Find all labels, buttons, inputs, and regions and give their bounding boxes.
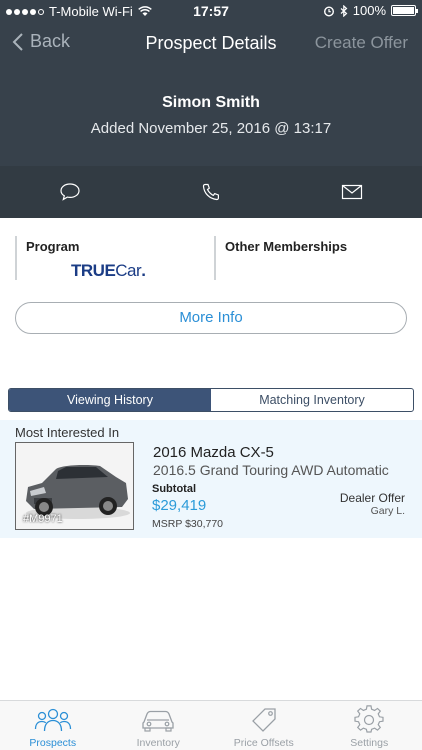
vehicle-trim: 2016.5 Grand Touring AWD Automatic — [153, 462, 389, 478]
tab-prospects[interactable]: Prospects — [0, 701, 106, 750]
dealer-offer-person: Gary L. — [370, 505, 405, 517]
battery-percent: 100% — [352, 3, 386, 18]
dealer-offer-label: Dealer Offer — [339, 491, 405, 505]
phone-icon — [202, 183, 219, 201]
logo-car: Car — [115, 261, 142, 280]
nav-bar: Back Prospect Details Create Offer — [0, 22, 422, 66]
create-offer-button[interactable]: Create Offer — [315, 33, 408, 53]
program-label: Program — [26, 239, 80, 254]
status-bar: T-Mobile Wi-Fi 17:57 100% — [0, 0, 422, 22]
most-interested-card[interactable]: Most Interested In #M9971 2016 Mazda CX-… — [0, 420, 422, 538]
tab-matching-inventory[interactable]: Matching Inventory — [211, 389, 413, 411]
more-info-button[interactable]: More Info — [15, 302, 407, 334]
prospect-name: Simon Smith — [162, 94, 260, 111]
tab-inventory[interactable]: Inventory — [106, 701, 212, 750]
section-label: Most Interested In — [15, 425, 120, 440]
alarm-icon — [323, 5, 334, 17]
truecar-logo: TRUECar. — [71, 261, 146, 281]
envelope-icon — [341, 184, 362, 200]
msrp-value: MSRP $30,770 — [152, 518, 224, 530]
tab-price-offsets[interactable]: Price Offsets — [211, 701, 317, 750]
battery-icon — [391, 5, 418, 16]
tag-icon — [251, 708, 276, 732]
tab-settings[interactable]: Settings — [317, 701, 422, 750]
tab-label: Settings — [350, 737, 389, 749]
added-date: Added November 25, 2016 @ 13:17 — [90, 120, 332, 137]
car-photo: #M9971 — [15, 442, 134, 530]
tab-bar: Prospects Inventory Price Offsets Settin… — [0, 700, 422, 750]
program-section: Program TRUECar. Other Memberships — [15, 236, 407, 280]
tab-viewing-history[interactable]: Viewing History — [9, 389, 211, 411]
tab-label: Prospects — [29, 737, 77, 749]
vehicle-title: 2016 Mazda CX-5 — [153, 444, 274, 461]
history-tabs: Viewing History Matching Inventory — [8, 388, 414, 412]
chat-bubble-icon — [60, 183, 80, 201]
logo-true: TRUE — [71, 261, 116, 280]
subtotal-label: Subtotal — [152, 483, 196, 495]
email-button[interactable] — [281, 166, 422, 218]
subtotal-value: $29,419 — [152, 497, 207, 514]
tab-label: Price Offsets — [233, 737, 294, 749]
people-icon — [34, 708, 71, 732]
other-memberships-label: Other Memberships — [225, 239, 348, 254]
status-right: 100% — [323, 3, 418, 18]
tab-label: Inventory — [136, 737, 180, 749]
logo-mark: . — [141, 261, 146, 280]
car-icon — [142, 710, 174, 732]
other-memberships-box: Other Memberships — [214, 236, 407, 280]
stock-number: #M9971 — [23, 513, 63, 525]
call-button[interactable] — [141, 166, 282, 218]
bluetooth-icon — [340, 4, 348, 17]
contact-actions — [0, 166, 422, 218]
gear-icon — [354, 705, 384, 733]
message-button[interactable] — [0, 166, 141, 218]
prospect-header: Simon Smith Added November 25, 2016 @ 13… — [0, 66, 422, 166]
